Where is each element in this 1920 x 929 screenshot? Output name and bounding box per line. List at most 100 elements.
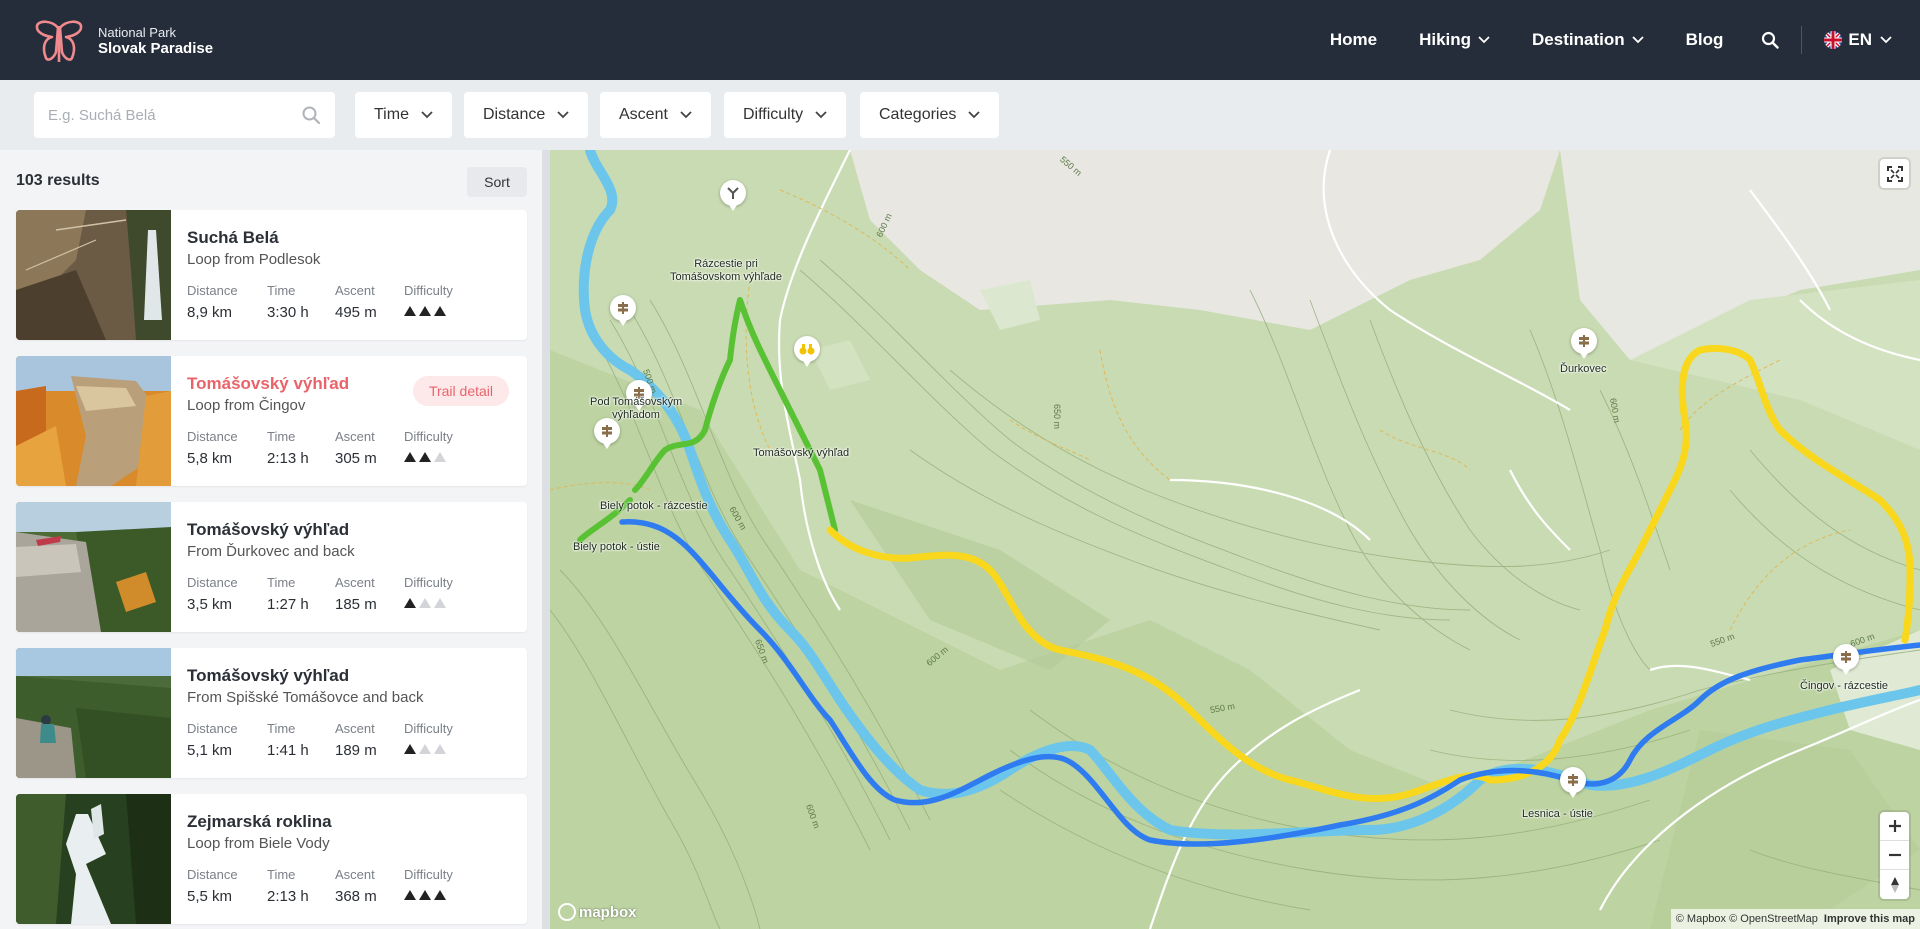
filter-distance-label: Distance: [483, 106, 546, 123]
signpost-pin[interactable]: [1571, 328, 1597, 359]
trail-detail-button[interactable]: Trail detail: [412, 376, 509, 406]
stat-value: 5,8 km: [187, 450, 233, 467]
mapbox-logo[interactable]: mapbox: [558, 903, 637, 921]
minus-icon: [1888, 853, 1901, 857]
results-sidebar: 103 results Sort Suchá Belá Loop from Po…: [0, 150, 542, 929]
stat-distance: Distance 5,5 km: [187, 866, 238, 905]
trail-title: Suchá Belá: [187, 228, 279, 247]
difficulty-triangle-icon: [419, 598, 431, 608]
trail-thumbnail: [16, 648, 171, 778]
zoom-out-button[interactable]: [1880, 841, 1909, 870]
filter-difficulty[interactable]: Difficulty: [724, 92, 847, 138]
signpost-pin[interactable]: [610, 295, 636, 326]
trail-card[interactable]: Tomášovský výhľad From Ďurkovec and back…: [16, 502, 527, 632]
stat-value: 368 m: [335, 888, 377, 905]
nav-blog[interactable]: Blog: [1686, 30, 1724, 50]
fullscreen-icon: [1886, 165, 1903, 182]
nav-hiking[interactable]: Hiking: [1419, 30, 1490, 50]
zoom-in-button[interactable]: [1880, 812, 1909, 841]
trail-map[interactable]: 600 m 550 m 500 m 600 m 650 m 600 m 550 …: [550, 150, 1920, 929]
signpost-icon: [1568, 774, 1578, 786]
difficulty-triangle-icon: [434, 744, 446, 754]
trail-subtitle: Loop from Podlesok: [187, 251, 321, 268]
place-label: Ďurkovec: [1560, 363, 1607, 375]
filter-ascent[interactable]: Ascent: [600, 92, 711, 138]
trail-title: Tomášovský výhľad: [187, 374, 350, 393]
results-count: 103 results: [16, 172, 100, 189]
uk-flag-icon: [1824, 31, 1843, 49]
fullscreen-control[interactable]: [1880, 159, 1909, 188]
trail-thumbnail: [16, 502, 171, 632]
binoculars-icon: [799, 344, 815, 355]
nav-destination[interactable]: Destination: [1532, 30, 1644, 50]
difficulty-triangle-icon: [419, 452, 431, 462]
stat-value: 2:13 h: [267, 888, 309, 905]
place-label: Biely potok - rázcestie: [600, 500, 708, 512]
stat-label: Difficulty: [404, 575, 453, 590]
mapbox-logo-icon: [558, 903, 576, 921]
junction-pin[interactable]: [720, 180, 746, 211]
compass-button[interactable]: [1880, 870, 1909, 899]
filter-time[interactable]: Time: [355, 92, 452, 138]
filter-distance[interactable]: Distance: [464, 92, 589, 138]
signpost-icon: [1579, 335, 1589, 347]
attribution-text[interactable]: © Mapbox © OpenStreetMap: [1676, 913, 1818, 925]
sidebar-scrollbar[interactable]: [542, 150, 550, 929]
trail-subtitle: From Ďurkovec and back: [187, 543, 355, 560]
sort-button[interactable]: Sort: [467, 167, 527, 197]
difficulty-triangle-icon: [404, 890, 416, 900]
stat-value: 1:41 h: [267, 742, 309, 759]
filter-difficulty-label: Difficulty: [743, 106, 804, 123]
signpost-pin[interactable]: [1833, 644, 1859, 675]
nav-home[interactable]: Home: [1330, 30, 1377, 50]
signpost-icon: [602, 425, 612, 437]
stat-label: Ascent: [335, 575, 375, 590]
stat-difficulty: Difficulty: [404, 428, 453, 462]
place-label: Tomášovský výhľad: [753, 447, 850, 459]
stat-label: Time: [267, 575, 296, 590]
language-selector[interactable]: EN: [1824, 30, 1892, 50]
trail-card[interactable]: Zejmarská roklina Loop from Biele Vody D…: [16, 794, 527, 924]
filter-categories[interactable]: Categories: [860, 92, 1000, 138]
difficulty-triangle-icon: [434, 598, 446, 608]
stat-difficulty: Difficulty: [404, 574, 453, 608]
trail-card[interactable]: Tomášovský výhľad Loop from Čingov Trail…: [16, 356, 527, 486]
filter-ascent-label: Ascent: [619, 106, 668, 123]
search-input[interactable]: [48, 106, 288, 124]
improve-map-link[interactable]: Improve this map: [1824, 913, 1915, 925]
butterfly-logo-icon: [35, 20, 83, 62]
chevron-down-icon: [421, 111, 433, 119]
fullscreen-button[interactable]: [1880, 159, 1909, 188]
chevron-down-icon: [680, 111, 692, 119]
stat-value: 305 m: [335, 450, 377, 467]
stat-label: Time: [267, 867, 296, 882]
language-label: EN: [1848, 30, 1872, 49]
trail-card[interactable]: Tomášovský výhľad From Spišské Tomášovce…: [16, 648, 527, 778]
chevron-down-icon: [1478, 36, 1490, 44]
difficulty-triangle-icon: [434, 306, 446, 316]
trail-card[interactable]: Suchá Belá Loop from Podlesok Distance 8,…: [16, 210, 527, 340]
nav-destination-label: Destination: [1532, 30, 1625, 49]
stat-value: 1:27 h: [267, 596, 309, 613]
nav-blog-label: Blog: [1685, 30, 1724, 49]
stat-label: Difficulty: [404, 721, 453, 736]
stat-ascent: Ascent 305 m: [335, 428, 377, 467]
signpost-pin[interactable]: [1560, 767, 1586, 798]
site-logo[interactable]: National Park Slovak Paradise: [34, 18, 213, 64]
stat-label: Ascent: [335, 283, 375, 298]
stat-distance: Distance 8,9 km: [187, 282, 238, 321]
stat-value: 5,1 km: [187, 742, 233, 759]
viewpoint-pin[interactable]: [794, 336, 820, 367]
stat-value: 495 m: [335, 304, 377, 321]
stat-value: 185 m: [335, 596, 377, 613]
zoom-controls[interactable]: [1880, 812, 1909, 899]
trail-search[interactable]: [34, 92, 335, 138]
search-icon[interactable]: [1761, 31, 1780, 49]
place-label: Rázcestie pri Tomášovskom výhľade: [670, 258, 783, 283]
difficulty-rating: [404, 744, 453, 754]
stat-ascent: Ascent 185 m: [335, 574, 377, 613]
difficulty-rating: [404, 598, 453, 608]
place-label: Čingov - rázcestie: [1800, 680, 1889, 692]
place-label: Lesnica - ústie: [1522, 808, 1593, 820]
search-icon[interactable]: [301, 105, 321, 125]
